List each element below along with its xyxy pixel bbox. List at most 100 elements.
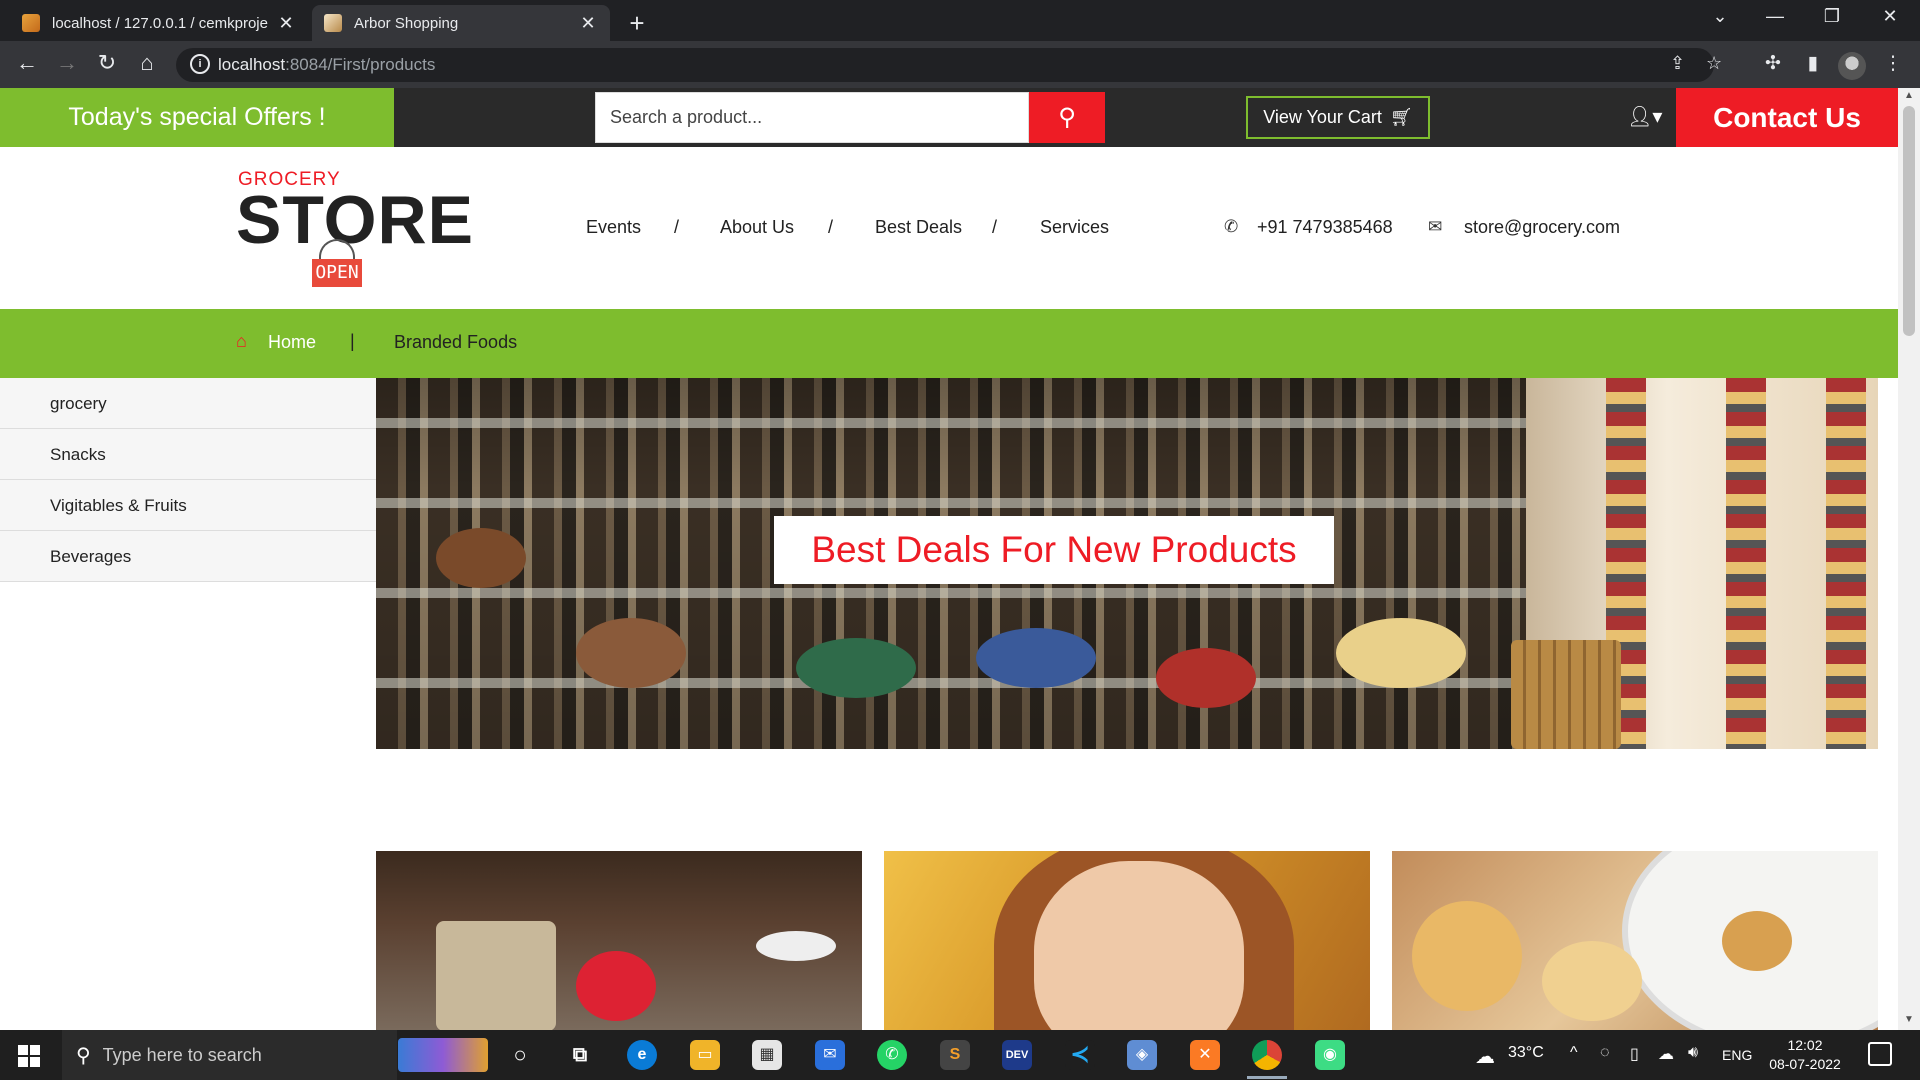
- sidebar-item-grocery[interactable]: grocery: [0, 378, 376, 429]
- xampp-icon[interactable]: ✕: [1190, 1040, 1220, 1070]
- onedrive-cloud-icon[interactable]: ☁: [1658, 1044, 1674, 1064]
- candy-bin-decoration: [436, 528, 526, 588]
- face-decoration: [1034, 861, 1244, 1030]
- search-highlight-image: [398, 1038, 488, 1072]
- extensions-icon[interactable]: ✣: [1758, 52, 1788, 75]
- search-input[interactable]: [596, 93, 1028, 142]
- language-indicator[interactable]: ENG: [1722, 1047, 1752, 1063]
- netbeans-icon[interactable]: ◈: [1127, 1040, 1157, 1070]
- windows-start-icon[interactable]: [18, 1045, 40, 1067]
- cortana-icon[interactable]: ○: [505, 1040, 535, 1070]
- cookie-decoration: [1412, 901, 1522, 1011]
- system-clock[interactable]: 12:02 08-07-2022: [1760, 1036, 1850, 1074]
- search-icon: ⚲: [76, 1044, 91, 1067]
- kitchen-plate-decoration: [756, 931, 836, 961]
- chrome-icon[interactable]: [1252, 1040, 1282, 1070]
- vscode-icon[interactable]: ≺: [1065, 1040, 1095, 1070]
- phpmyadmin-favicon-icon: [22, 14, 40, 32]
- email-address[interactable]: store@grocery.com: [1464, 217, 1620, 238]
- back-button[interactable]: ←: [10, 50, 44, 76]
- hero-banner-image: Best Deals For New Products: [376, 378, 1878, 749]
- sidebar-item-vegetables-fruits[interactable]: Vigitables & Fruits: [0, 480, 376, 531]
- task-view-icon[interactable]: ⧉: [565, 1040, 595, 1070]
- restore-button[interactable]: ❐: [1812, 6, 1852, 27]
- cookie-decoration: [1542, 941, 1642, 1021]
- top-strip: Today's special Offers ! ⚲ View Your Car…: [0, 88, 1898, 147]
- file-explorer-icon[interactable]: ▭: [690, 1040, 720, 1070]
- weather-cloud-icon[interactable]: ☁: [1475, 1044, 1495, 1069]
- phone-number: +91 7479385468: [1257, 217, 1393, 237]
- address-bar[interactable]: i localhost:8084/First/products ⇪ ☆: [176, 48, 1722, 82]
- user-account-icon[interactable]: 👤︎▾: [1627, 104, 1662, 129]
- close-icon[interactable]: ✕: [578, 13, 598, 34]
- search-icon: ⚲: [1058, 104, 1076, 131]
- nav-events[interactable]: Events: [586, 217, 641, 238]
- nav-best-deals[interactable]: Best Deals: [875, 217, 962, 238]
- scroll-up-arrow-icon[interactable]: ▲: [1904, 90, 1914, 101]
- cart-icon: 🛒︎: [1389, 107, 1413, 127]
- sublime-text-icon[interactable]: S: [940, 1040, 970, 1070]
- profile-avatar[interactable]: [1838, 52, 1866, 80]
- dev-cpp-icon[interactable]: DEV: [1002, 1040, 1032, 1070]
- side-panel-icon[interactable]: ▮: [1798, 52, 1828, 75]
- tab-arbor-shopping[interactable]: Arbor Shopping ✕: [312, 5, 610, 41]
- close-icon[interactable]: ✕: [276, 13, 296, 34]
- special-offers-banner[interactable]: Today's special Offers !: [0, 88, 394, 147]
- mail-icon[interactable]: ✉: [815, 1040, 845, 1070]
- search-button[interactable]: ⚲: [1029, 92, 1105, 143]
- candy-bin-decoration: [576, 618, 686, 688]
- sidebar-item-snacks[interactable]: Snacks: [0, 429, 376, 480]
- contact-us-button[interactable]: Contact Us: [1676, 88, 1898, 147]
- weather-temperature[interactable]: 33°C: [1508, 1044, 1544, 1062]
- reload-button[interactable]: ↻: [90, 50, 124, 76]
- candy-bin-decoration: [796, 638, 916, 698]
- product-search-box[interactable]: [595, 92, 1029, 143]
- product-image-kitchen[interactable]: [376, 851, 862, 1030]
- show-hidden-icons-chevron-icon[interactable]: ^: [1570, 1044, 1578, 1062]
- nav-services[interactable]: Services: [1040, 217, 1109, 238]
- url-text[interactable]: localhost:8084/First/products: [218, 55, 435, 75]
- barrel-decoration: [1511, 640, 1621, 749]
- tab-title: Arbor Shopping: [354, 14, 459, 32]
- nav-separator: /: [828, 217, 834, 237]
- shelf-decoration: [376, 588, 1676, 598]
- breadcrumb-branded-foods[interactable]: Branded Foods: [394, 332, 517, 353]
- close-window-button[interactable]: ✕: [1870, 6, 1910, 27]
- product-image-cookies[interactable]: [1392, 851, 1878, 1030]
- kitchen-box-decoration: [436, 921, 556, 1030]
- scroll-down-arrow-icon[interactable]: ▼: [1904, 1014, 1914, 1025]
- minimize-button[interactable]: —: [1755, 6, 1795, 27]
- shelf-decoration: [376, 418, 1676, 428]
- scrollbar-thumb[interactable]: [1903, 106, 1915, 336]
- tab-search-chevron-icon[interactable]: ⌄: [1700, 6, 1740, 27]
- taskbar-search-box[interactable]: ⚲ Type here to search: [62, 1030, 397, 1080]
- url-host: localhost: [218, 55, 286, 74]
- notification-center-icon[interactable]: [1868, 1042, 1892, 1066]
- logo-store-text[interactable]: STORE: [236, 181, 474, 259]
- chrome-menu-icon[interactable]: ⋮: [1878, 52, 1908, 75]
- battery-icon[interactable]: ▯: [1630, 1044, 1639, 1064]
- rack-decoration: [1726, 378, 1766, 749]
- breadcrumb-home[interactable]: Home: [268, 332, 316, 353]
- page-scrollbar[interactable]: ▲ ▼: [1898, 88, 1920, 1030]
- bookmark-star-icon[interactable]: ☆: [1706, 53, 1722, 74]
- sidebar-item-beverages[interactable]: Beverages: [0, 531, 376, 582]
- category-sidebar: grocery Snacks Vigitables & Fruits Bever…: [0, 378, 376, 582]
- volume-icon[interactable]: 🔊︎: [1688, 1044, 1698, 1062]
- network-icon[interactable]: ◌: [1600, 1044, 1610, 1062]
- tab-phpmyadmin[interactable]: localhost / 127.0.0.1 / cemkproje ✕: [10, 5, 308, 41]
- microsoft-store-icon[interactable]: ▦: [752, 1040, 782, 1070]
- android-studio-icon[interactable]: ◉: [1315, 1040, 1345, 1070]
- windows-taskbar: ⚲ Type here to search ○ ⧉ e ▭ ▦ ✉ ✆ S DE…: [0, 1030, 1920, 1080]
- product-image-woman[interactable]: [884, 851, 1370, 1030]
- site-info-icon[interactable]: i: [190, 54, 210, 74]
- whatsapp-icon[interactable]: ✆: [877, 1040, 907, 1070]
- new-tab-button[interactable]: +: [622, 8, 652, 39]
- share-icon[interactable]: ⇪: [1670, 53, 1685, 74]
- forward-button[interactable]: →: [50, 50, 84, 76]
- home-icon: ⌂: [236, 331, 247, 351]
- edge-icon[interactable]: e: [627, 1040, 657, 1070]
- home-button[interactable]: ⌂: [130, 50, 164, 76]
- nav-about-us[interactable]: About Us: [720, 217, 794, 238]
- view-cart-button[interactable]: View Your Cart 🛒︎: [1246, 96, 1430, 139]
